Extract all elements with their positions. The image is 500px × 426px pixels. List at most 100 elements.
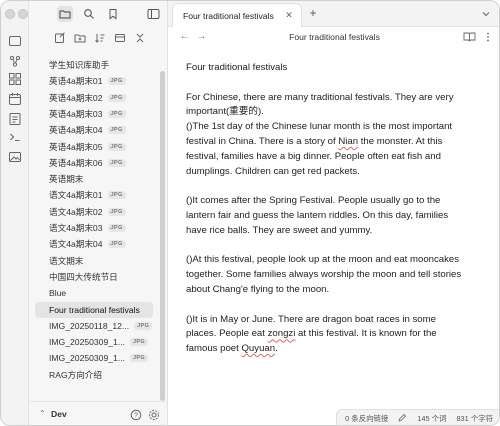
traffic-light-extra [31, 6, 47, 22]
collapse-all-icon[interactable] [133, 31, 147, 45]
file-item[interactable]: 语文4a期末02 JPG [35, 204, 153, 220]
collapse-view-icon[interactable] [113, 31, 127, 45]
file-item[interactable]: Blue [35, 285, 153, 301]
sort-icon[interactable] [93, 31, 107, 45]
file-type-badge: JPG [107, 109, 126, 118]
new-tab-icon[interactable]: + [306, 6, 320, 20]
file-item[interactable]: 英语4a期末06 JPG [35, 155, 153, 171]
tab-close-icon[interactable]: ✕ [283, 9, 295, 21]
bookmark-icon[interactable] [105, 6, 121, 22]
file-type-badge: JPG [107, 142, 126, 151]
file-item[interactable]: 语文4a期末01 JPG [35, 187, 153, 203]
file-type-badge: JPG [107, 126, 126, 135]
file-item[interactable]: 英语4a期末03 JPG [35, 106, 153, 122]
help-icon[interactable]: ? [129, 408, 142, 421]
file-type-badge: JPG [107, 93, 126, 102]
file-type-badge: JPG [107, 224, 126, 232]
file-name: 语文期末 [49, 255, 84, 266]
settings-gear-icon[interactable] [147, 408, 160, 421]
app-window: 学生知识库助手英语4a期末01 JPG 英语4a期末02 JPG 英语4a期末03 JPG… [0, 0, 500, 426]
file-name: 英语4a期末05 [49, 141, 103, 152]
file-name: 英语4a期末06 [49, 157, 103, 168]
paragraph-dragon-boat: ()It is in May or June. There are dragon… [186, 313, 466, 357]
paragraph-mid-autumn: ()At this festival, people look up at th… [186, 254, 462, 295]
ribbon [1, 1, 29, 425]
file-explorer-toolbar [29, 29, 168, 49]
file-name: 英语4a期末03 [49, 108, 103, 119]
vault-switcher-chevron-icon[interactable]: ⌃ [39, 409, 46, 418]
tab-bar: Four traditional festivals ✕ + [168, 1, 499, 27]
new-folder-icon[interactable] [73, 31, 87, 45]
file-item[interactable]: 中国四大传统节日 [35, 269, 153, 285]
file-name: RAG方向介绍 [49, 369, 102, 380]
file-item[interactable]: 英语4a期末02 JPG [35, 90, 153, 106]
file-item[interactable]: IMG_20250309_1... JPG [35, 334, 153, 350]
file-item[interactable]: 英语期末 [35, 171, 153, 187]
file-type-badge: JPG [129, 338, 149, 347]
paragraph-lantern-festival: ()It comes after the Spring Festival. Pe… [186, 195, 449, 236]
vault-name[interactable]: Dev [51, 409, 67, 419]
paragraph-text: . [275, 343, 278, 355]
note-content[interactable]: Four traditional festivals For Chinese, … [186, 61, 466, 357]
tab-list-chevron-icon[interactable] [479, 7, 493, 21]
file-explorer-sidebar: 学生知识库助手英语4a期末01 JPG 英语4a期末02 JPG 英语4a期末03 JPG… [29, 1, 168, 425]
file-name: 语文4a期末01 [49, 190, 103, 201]
file-item[interactable]: 英语4a期末04 JPG [35, 122, 153, 138]
new-note-icon[interactable] [53, 31, 67, 45]
file-name: IMG_20250309_1... [49, 337, 125, 348]
reading-view-icon[interactable] [462, 30, 476, 44]
tab-active[interactable]: Four traditional festivals ✕ [172, 3, 302, 27]
file-type-badge: JPG [129, 354, 149, 363]
graph-view-icon[interactable] [7, 53, 23, 69]
file-item[interactable]: 英语4a期末01 JPG [35, 73, 153, 89]
sidebar-footer: ⌃ Dev ? [29, 401, 168, 425]
file-item[interactable]: 语文4a期末04 JPG [35, 236, 153, 252]
editor-pane: Four traditional festivals ✕ + ← → Four … [168, 1, 499, 425]
file-item[interactable]: 语文4a期末03 JPG [35, 220, 153, 236]
toggle-left-pane-icon[interactable] [7, 33, 23, 49]
file-name: IMG_20250118_12... [49, 320, 130, 331]
svg-text:?: ? [134, 412, 138, 419]
file-type-badge: JPG [134, 321, 153, 330]
terminal-icon[interactable] [7, 129, 23, 145]
backlinks-count[interactable]: 0 条反向链接 [345, 413, 388, 424]
window-minimize-button[interactable] [18, 9, 28, 19]
sidebar-toggle-icon[interactable] [145, 6, 161, 22]
file-item[interactable]: 英语4a期末05 JPG [35, 139, 153, 155]
file-name: 语文4a期末02 [49, 206, 103, 217]
more-options-icon[interactable] [481, 30, 495, 44]
file-item[interactable]: 学生知识库助手 [35, 57, 153, 73]
file-name: Blue [49, 288, 67, 299]
edit-mode-icon[interactable] [398, 413, 407, 424]
note-title: Four traditional festivals [186, 62, 288, 73]
canvas-icon[interactable] [7, 71, 23, 87]
file-name: 英语4a期末02 [49, 92, 103, 103]
file-type-badge: JPG [107, 77, 126, 86]
file-item[interactable]: RAG方向介绍 [35, 367, 153, 383]
window-close-button[interactable] [5, 9, 15, 19]
file-item[interactable]: IMG_20250309_1... JPG [35, 350, 153, 366]
file-type-badge: JPG [107, 191, 126, 200]
templates-icon[interactable] [7, 111, 23, 127]
file-item[interactable]: 语文期末 [35, 253, 153, 269]
spellcheck-word: Nian [338, 135, 359, 147]
sidebar-scrollbar[interactable] [160, 71, 165, 401]
spellcheck-word: zongzi [267, 328, 296, 340]
paragraph-intro: For Chinese, there are many traditional … [186, 91, 454, 118]
file-name: 学生知识库助手 [49, 60, 110, 70]
file-type-badge: JPG [107, 158, 126, 167]
file-name: 英语期末 [49, 174, 84, 185]
sidebar-header [29, 1, 168, 27]
view-title[interactable]: Four traditional festivals [168, 32, 499, 42]
calendar-icon[interactable] [7, 91, 23, 107]
image-icon[interactable] [7, 149, 23, 165]
file-name: 语文4a期末04 [49, 239, 103, 250]
file-name: 英语4a期末04 [49, 125, 103, 136]
file-type-badge: JPG [107, 240, 126, 249]
search-icon[interactable] [81, 6, 97, 22]
folder-icon[interactable] [57, 6, 73, 22]
paragraph-spring-festival: ()The 1st day of the Chinese lunar month… [186, 120, 466, 179]
file-item-active[interactable]: Four traditional festivals [35, 301, 153, 318]
file-item[interactable]: IMG_20250118_12... JPG [35, 318, 153, 334]
file-name: 中国四大传统节日 [49, 271, 118, 282]
